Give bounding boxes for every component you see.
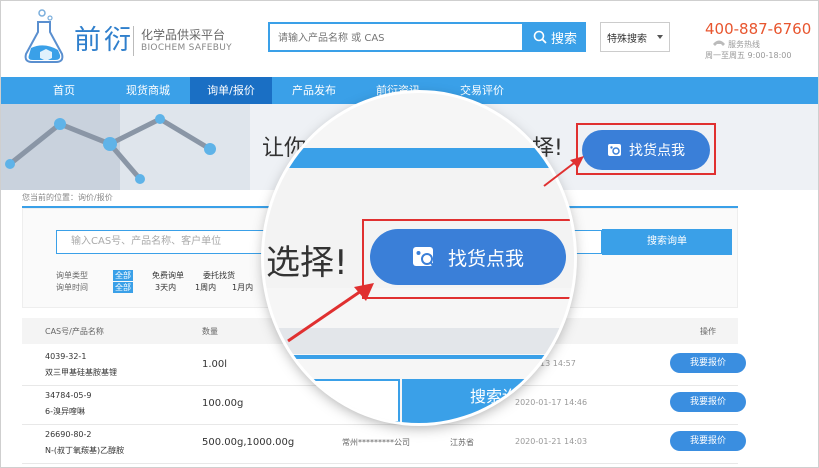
row-region: 江苏省 [450, 438, 474, 447]
nav-inquiry-quote[interactable]: 询单/报价 [190, 77, 272, 104]
row-company: 常州*********公司 [342, 438, 410, 447]
pointer-arrow-icon [543, 156, 584, 187]
row-cas: 34784-05-9 [45, 391, 92, 400]
quote-button[interactable]: 我要报价 [670, 392, 746, 412]
magnified-search-input[interactable] [264, 379, 400, 423]
magnified-search-button[interactable]: 搜索询 [402, 379, 574, 423]
filter-1-month[interactable]: 1月内 [232, 282, 253, 293]
search-button[interactable]: 搜索 [524, 22, 586, 52]
row-product-name[interactable]: 6-溴异喹啉 [45, 406, 85, 417]
row-qty: 1.00l [202, 359, 228, 370]
nav-spot-mall[interactable]: 现货商城 [106, 77, 190, 104]
header-cas-name: CAS号/产品名称 [45, 327, 104, 336]
table-row: 26690-80-2 N-(叔丁氧羰基)乙醇胺 500.00g,1000.00g… [22, 425, 746, 464]
search-mode-value: 特殊搜索 [607, 33, 647, 45]
row-product-name[interactable]: 双三甲基硅基胺基锂 [45, 367, 117, 378]
filter-free-inquiry[interactable]: 免费询单 [152, 270, 184, 281]
quote-button[interactable]: 我要报价 [670, 353, 746, 373]
magnifier-callout: 选择! 找货点我 搜索询 [264, 93, 574, 423]
find-goods-button[interactable]: 找货点我 [582, 130, 710, 170]
nav-home[interactable]: 首页 [22, 77, 106, 104]
search-icon [533, 30, 547, 44]
product-search-box [268, 22, 524, 52]
filter-3-days[interactable]: 3天内 [155, 282, 176, 293]
row-date: 2020-01-21 14:03 [515, 437, 588, 446]
find-goods-label: 找货点我 [629, 143, 685, 159]
flask-logo-icon [24, 9, 64, 63]
product-search-input[interactable] [276, 25, 520, 51]
search-mode-select[interactable]: 特殊搜索 [600, 22, 670, 52]
inquiry-search-input[interactable]: 输入CAS号、产品名称、客户单位 [56, 230, 286, 254]
row-cas: 4039-32-1 [45, 352, 87, 361]
hotline-label: 服务热线 [728, 40, 760, 49]
filter-time-label: 询单时间 [56, 283, 88, 292]
brand-subtitle-en: BIOCHEM SAFEBUY [141, 43, 232, 53]
magnified-pointer-arrow-icon [287, 283, 374, 343]
filter-type-all[interactable]: 全部 [113, 270, 133, 281]
chevron-down-icon [657, 35, 663, 39]
brand-subtitle: 化学品供采平台 [141, 28, 226, 42]
brand-divider [133, 26, 134, 56]
brand-name[interactable]: 前衍 [74, 18, 134, 57]
row-qty: 100.00g [202, 398, 244, 409]
row-qty: 500.00g,1000.00g [202, 437, 295, 448]
service-hours: 周一至周五 9:00-18:00 [705, 51, 792, 60]
filter-entrust[interactable]: 委托找货 [203, 270, 235, 281]
magnified-nav-bar [264, 148, 574, 168]
magnified-highlight-box [362, 219, 574, 299]
hotline-phone: 400-887-6760 [705, 20, 812, 38]
molecule-banner-image [0, 104, 250, 190]
quote-button[interactable]: 我要报价 [670, 431, 746, 451]
search-inquiry-button[interactable]: 搜索询单 [602, 229, 732, 255]
phone-icon [713, 40, 725, 46]
image-search-icon [608, 144, 621, 156]
header-action: 操作 [700, 327, 716, 336]
row-cas: 26690-80-2 [45, 430, 92, 439]
search-button-label: 搜索 [550, 31, 577, 47]
filter-type-label: 询单类型 [56, 271, 88, 280]
filter-1-week[interactable]: 1周内 [195, 282, 216, 293]
magnified-blue-line [264, 355, 574, 359]
filter-time-all[interactable]: 全部 [113, 282, 133, 293]
row-product-name[interactable]: N-(叔丁氧羰基)乙醇胺 [45, 445, 124, 456]
breadcrumb: 您当前的位置：询价/报价 [22, 193, 113, 202]
header-qty: 数量 [202, 327, 218, 336]
